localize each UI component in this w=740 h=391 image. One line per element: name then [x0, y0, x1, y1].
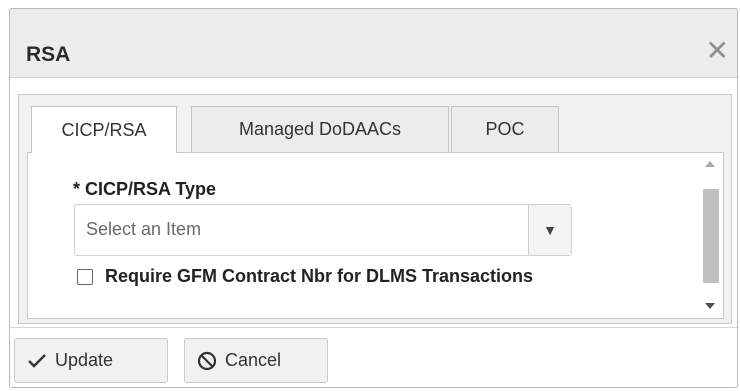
vertical-scrollbar[interactable] — [701, 155, 719, 315]
cancel-button[interactable]: Cancel — [184, 338, 328, 383]
dialog-title: RSA — [26, 43, 71, 66]
rsa-dialog: RSA ✕ CICP/RSA Managed DoDAACs POC * CIC… — [9, 8, 738, 388]
scroll-down-icon[interactable] — [705, 303, 715, 309]
cicp-rsa-type-label: * CICP/RSA Type — [73, 179, 217, 199]
update-button[interactable]: Update — [14, 338, 168, 383]
cicp-rsa-type-select[interactable]: Select an Item ▼ — [74, 204, 572, 256]
close-icon[interactable]: ✕ — [706, 37, 729, 65]
checkmark-icon — [27, 353, 47, 369]
require-gfm-row: Require GFM Contract Nbr for DLMS Transa… — [77, 266, 533, 287]
scroll-up-icon[interactable] — [705, 161, 715, 167]
update-label: Update — [55, 350, 114, 370]
dialog-titlebar: RSA ✕ — [10, 9, 737, 78]
tab-label: Managed DoDAACs — [238, 119, 402, 139]
require-gfm-checkbox[interactable] — [77, 268, 93, 285]
tab-label: CICP/RSA — [61, 119, 147, 140]
tab-managed-dodaacs[interactable]: Managed DoDAACs — [191, 106, 449, 152]
dropdown-toggle[interactable]: ▼ — [528, 205, 571, 255]
tab-poc[interactable]: POC — [451, 106, 559, 152]
tab-container: CICP/RSA Managed DoDAACs POC * CICP/RSA … — [18, 94, 732, 324]
select-placeholder: Select an Item — [86, 219, 202, 239]
scroll-thumb[interactable] — [703, 189, 719, 283]
cancel-label: Cancel — [225, 350, 282, 370]
tab-label: POC — [485, 119, 525, 139]
tab-cicp-rsa[interactable]: CICP/RSA — [31, 106, 177, 153]
caret-down-icon: ▼ — [543, 222, 557, 238]
cancel-icon — [197, 351, 217, 371]
tab-panel-cicp-rsa: * CICP/RSA Type Select an Item ▼ Require… — [27, 152, 724, 319]
dialog-footer: Update Cancel — [10, 327, 737, 387]
require-gfm-label[interactable]: Require GFM Contract Nbr for DLMS Transa… — [105, 266, 533, 287]
